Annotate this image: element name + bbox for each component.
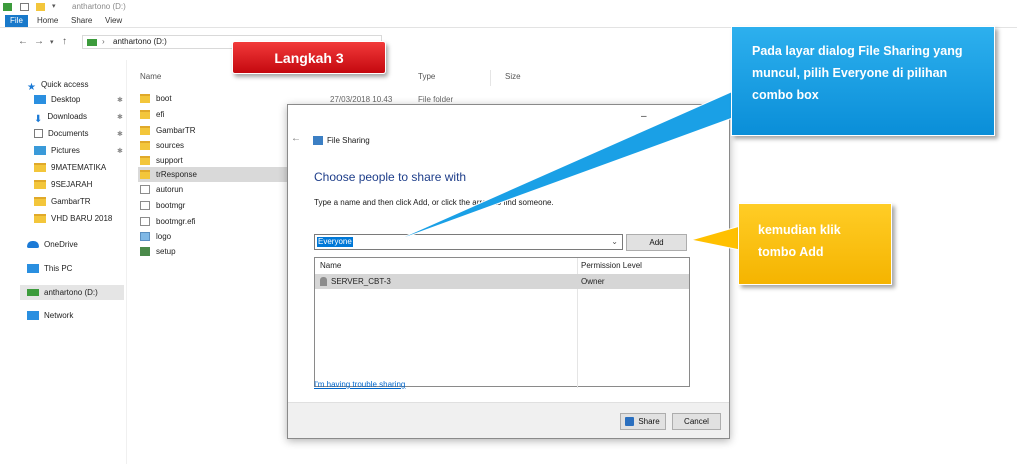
add-hint-callout: kemudian klik tombo Add bbox=[738, 203, 892, 285]
dialog-hint-callout: Pada layar dialog File Sharing yang munc… bbox=[731, 26, 995, 136]
dialog-hint-pointer bbox=[389, 87, 761, 244]
add-hint-pointer bbox=[690, 225, 741, 251]
step-label: Langkah 3 bbox=[274, 50, 344, 66]
step-label-box: Langkah 3 bbox=[232, 41, 386, 74]
dialog-hint-text: Pada layar dialog File Sharing yang munc… bbox=[752, 44, 963, 102]
add-hint-text: kemudian klik tombo Add bbox=[758, 223, 841, 259]
